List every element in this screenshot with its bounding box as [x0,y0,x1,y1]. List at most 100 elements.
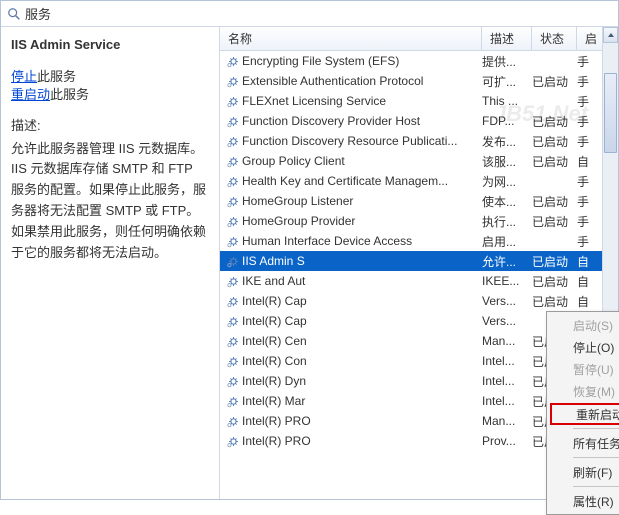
service-desc: Man... [482,334,532,348]
service-name: Function Discovery Resource Publicati... [242,134,482,148]
search-bar: 服务 [1,1,618,27]
service-row[interactable]: Function Discovery Provider HostFDP...已启… [220,111,618,131]
col-desc[interactable]: 描述 [482,27,532,50]
search-label: 服务 [25,4,51,23]
ctx-resume: 恢复(M) [549,380,619,402]
service-desc: Intel... [482,394,532,408]
service-name: Group Policy Client [242,154,482,168]
service-desc: 该服... [482,153,532,170]
service-desc: Intel... [482,374,532,388]
service-name: Human Interface Device Access [242,234,482,248]
service-name: HomeGroup Provider [242,214,482,228]
service-desc: 允许... [482,253,532,270]
service-row[interactable]: Extensible Authentication Protocol可扩...已… [220,71,618,91]
ctx-pause: 暂停(U) [549,358,619,380]
ctx-sep-2 [573,457,619,458]
ctx-sep-1 [573,428,619,429]
service-status: 已启动 [532,273,577,290]
service-status: 已启动 [532,253,577,270]
service-row[interactable]: HomeGroup Listener使本...已启动手 [220,191,618,211]
service-row[interactable]: Health Key and Certificate Managem...为网.… [220,171,618,191]
gear-icon [224,375,242,388]
ctx-refresh[interactable]: 刷新(F) [549,461,619,483]
gear-icon [224,215,242,228]
service-name: FLEXnet Licensing Service [242,94,482,108]
restart-suffix: 此服务 [50,87,89,102]
service-row[interactable]: Human Interface Device Access启用...手 [220,231,618,251]
service-desc: Vers... [482,294,532,308]
ctx-stop[interactable]: 停止(O) [549,336,619,358]
gear-icon [224,355,242,368]
service-name: Intel(R) Cap [242,294,482,308]
service-desc: 使本... [482,193,532,210]
service-desc: 发布... [482,133,532,150]
column-header: 名称 描述 状态 启 [220,27,618,51]
service-name: IIS Admin S [242,254,482,268]
gear-icon [224,275,242,288]
gear-icon [224,195,242,208]
restart-link[interactable]: 重启动 [11,87,50,102]
ctx-restart[interactable]: 重新启动(E) [550,403,619,425]
service-status: 已启动 [532,153,577,170]
stop-link[interactable]: 停止 [11,69,37,84]
service-desc: 执行... [482,213,532,230]
service-name: Function Discovery Provider Host [242,114,482,128]
gear-icon [224,335,242,348]
service-row[interactable]: HomeGroup Provider执行...已启动手 [220,211,618,231]
search-icon [7,7,21,21]
gear-icon [224,95,242,108]
gear-icon [224,395,242,408]
service-row[interactable]: Encrypting File System (EFS)提供...手 [220,51,618,71]
context-menu: 启动(S) 停止(O) 暂停(U) 恢复(M) 重新启动(E) 所有任务(K)▶… [546,311,619,515]
gear-icon [224,155,242,168]
ctx-properties[interactable]: 属性(R) [549,490,619,512]
service-row[interactable]: IKE and AutIKEE...已启动自 [220,271,618,291]
service-desc: FDP... [482,114,532,128]
service-description: 允许此服务器管理 IIS 元数据库。IIS 元数据库存储 SMTP 和 FTP … [11,139,209,264]
service-row[interactable]: Group Policy Client该服...已启动自 [220,151,618,171]
service-status: 已启动 [532,133,577,150]
desc-label: 描述: [11,117,209,135]
service-name: Intel(R) Con [242,354,482,368]
gear-icon [224,435,242,448]
col-name[interactable]: 名称 [220,27,482,50]
gear-icon [224,75,242,88]
gear-icon [224,235,242,248]
service-desc: 为网... [482,173,532,190]
service-desc: Man... [482,414,532,428]
service-name: Intel(R) PRO [242,414,482,428]
gear-icon [224,295,242,308]
service-name: Intel(R) Cap [242,314,482,328]
service-name: HomeGroup Listener [242,194,482,208]
scroll-up-button[interactable] [603,27,618,43]
service-row[interactable]: IIS Admin S允许...已启动自 [220,251,618,271]
gear-icon [224,255,242,268]
gear-icon [224,115,242,128]
service-desc: Intel... [482,354,532,368]
service-row[interactable]: Function Discovery Resource Publicati...… [220,131,618,151]
service-desc: 可扩... [482,73,532,90]
service-status: 已启动 [532,193,577,210]
gear-icon [224,135,242,148]
service-desc: 启用... [482,233,532,250]
col-status[interactable]: 状态 [532,27,577,50]
scroll-thumb[interactable] [604,73,617,153]
service-desc: Vers... [482,314,532,328]
service-name: Intel(R) PRO [242,434,482,448]
gear-icon [224,415,242,428]
services-list-pane: 名称 描述 状态 启 JB51.Net Encrypting File Syst… [219,27,618,499]
content-area: IIS Admin Service 停止此服务 重启动此服务 描述: 允许此服务… [1,27,618,499]
details-pane: IIS Admin Service 停止此服务 重启动此服务 描述: 允许此服务… [1,27,219,499]
service-status: 已启动 [532,73,577,90]
service-name: Intel(R) Cen [242,334,482,348]
service-status: 已启动 [532,293,577,310]
service-desc: 提供... [482,53,532,70]
service-name: IKE and Aut [242,274,482,288]
stop-suffix: 此服务 [37,69,76,84]
service-row[interactable]: FLEXnet Licensing ServiceThis ...手 [220,91,618,111]
ctx-sep-3 [573,486,619,487]
service-desc: IKEE... [482,274,532,288]
service-name: Health Key and Certificate Managem... [242,174,482,188]
ctx-alltasks[interactable]: 所有任务(K)▶ [549,432,619,454]
service-row[interactable]: Intel(R) CapVers...已启动自 [220,291,618,311]
